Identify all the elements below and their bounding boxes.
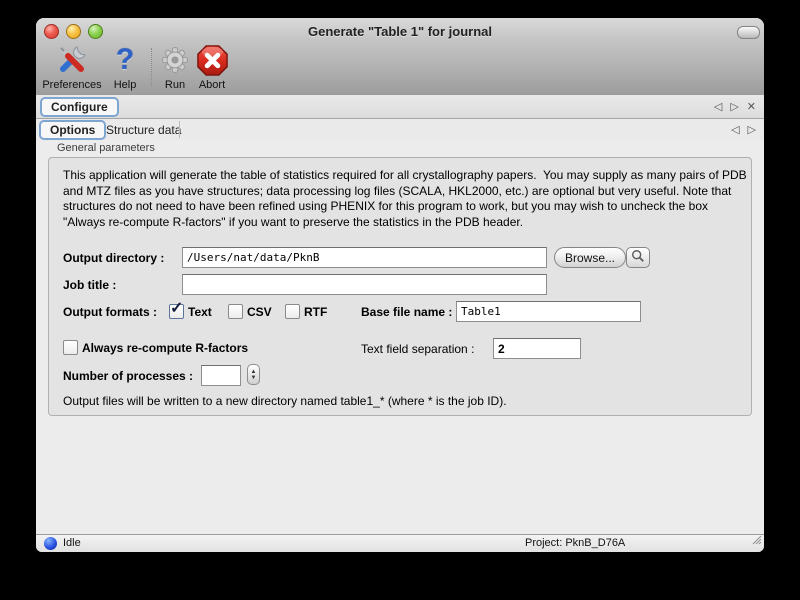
tab-scroll-right-icon[interactable]: ▷ xyxy=(730,100,738,113)
tab-row1-controls: ◁ ▷ ✕ xyxy=(714,95,756,118)
tab-row-pages: Options Structure data ◁ ▷ xyxy=(36,119,764,141)
question-mark-icon: ? xyxy=(110,42,140,78)
toolbar-item-abort[interactable]: Abort xyxy=(194,42,230,91)
checkbox-recompute-rfactors[interactable] xyxy=(63,340,78,355)
checkbox-text-label: Text xyxy=(188,305,212,319)
text-field-separation-input[interactable] xyxy=(493,338,581,359)
toolbar-item-preferences[interactable]: Preferences xyxy=(39,42,105,91)
output-note-text: Output files will be written to a new di… xyxy=(63,394,507,408)
window-title: Generate "Table 1" for journal xyxy=(36,24,764,39)
output-formats-label: Output formats : xyxy=(63,305,157,319)
checkbox-text[interactable] xyxy=(169,304,184,319)
tab-configure[interactable]: Configure xyxy=(40,97,119,117)
tab-structure-data[interactable]: Structure data xyxy=(98,120,189,140)
title-bar: Generate "Table 1" for journal Preferenc… xyxy=(36,18,764,96)
tab-scroll-left-icon[interactable]: ◁ xyxy=(714,100,722,113)
job-title-label: Job title : xyxy=(63,278,116,292)
number-of-processes-input[interactable] xyxy=(201,365,241,386)
tab-row2-controls: ◁ ▷ xyxy=(731,119,756,140)
job-title-input[interactable] xyxy=(182,274,547,295)
stepper-down-icon[interactable]: ▼ xyxy=(251,375,257,381)
checkbox-rtf-label: RTF xyxy=(304,305,327,319)
base-file-name-input[interactable] xyxy=(456,301,641,322)
description-text: This application will generate the table… xyxy=(63,168,749,230)
number-of-processes-label: Number of processes : xyxy=(63,369,193,383)
toolbar-label: Run xyxy=(160,79,190,91)
gear-icon xyxy=(160,42,190,78)
tab-scroll-right-icon[interactable]: ▷ xyxy=(748,123,756,136)
toolbar-label: Preferences xyxy=(39,79,105,91)
tab-options[interactable]: Options xyxy=(39,120,106,140)
tab-scroll-left-icon[interactable]: ◁ xyxy=(731,123,739,136)
tab-divider xyxy=(179,121,180,138)
toolbar-item-help[interactable]: ? Help xyxy=(110,42,140,91)
search-icon xyxy=(631,249,645,266)
status-dot xyxy=(44,537,57,550)
project-label: Project: PknB_D76A xyxy=(525,537,625,549)
options-panel: General parameters This application will… xyxy=(36,140,764,534)
tab-row-configure: Configure ◁ ▷ ✕ xyxy=(36,95,764,119)
search-directory-button[interactable] xyxy=(626,247,650,268)
browse-button[interactable]: Browse... xyxy=(554,247,626,268)
group-label: General parameters xyxy=(57,142,155,154)
checkbox-rtf[interactable] xyxy=(285,304,300,319)
resize-grip[interactable] xyxy=(750,532,762,550)
checkbox-csv-label: CSV xyxy=(247,305,272,319)
tools-icon xyxy=(39,42,105,78)
output-directory-input[interactable] xyxy=(182,247,547,268)
status-bar: Idle Project: PknB_D76A xyxy=(36,534,764,552)
tab-close-icon[interactable]: ✕ xyxy=(747,100,756,113)
recompute-rfactors-label: Always re-compute R-factors xyxy=(82,341,248,355)
toolbar-separator xyxy=(151,48,152,86)
general-parameters-group: This application will generate the table… xyxy=(48,157,752,416)
checkbox-csv[interactable] xyxy=(228,304,243,319)
output-directory-label: Output directory : xyxy=(63,251,164,265)
base-file-name-label: Base file name : xyxy=(361,305,452,319)
stop-x-icon xyxy=(194,42,230,78)
toolbar-label: Abort xyxy=(194,79,230,91)
app-window: Generate "Table 1" for journal Preferenc… xyxy=(36,18,764,552)
toolbar-label: Help xyxy=(110,79,140,91)
toolbar-item-run[interactable]: Run xyxy=(160,42,190,91)
status-text: Idle xyxy=(63,537,81,549)
toolbar-toggle-button[interactable] xyxy=(737,26,760,39)
text-field-separation-label: Text field separation : xyxy=(361,342,474,356)
processes-stepper[interactable]: ▲ ▼ xyxy=(247,364,260,385)
